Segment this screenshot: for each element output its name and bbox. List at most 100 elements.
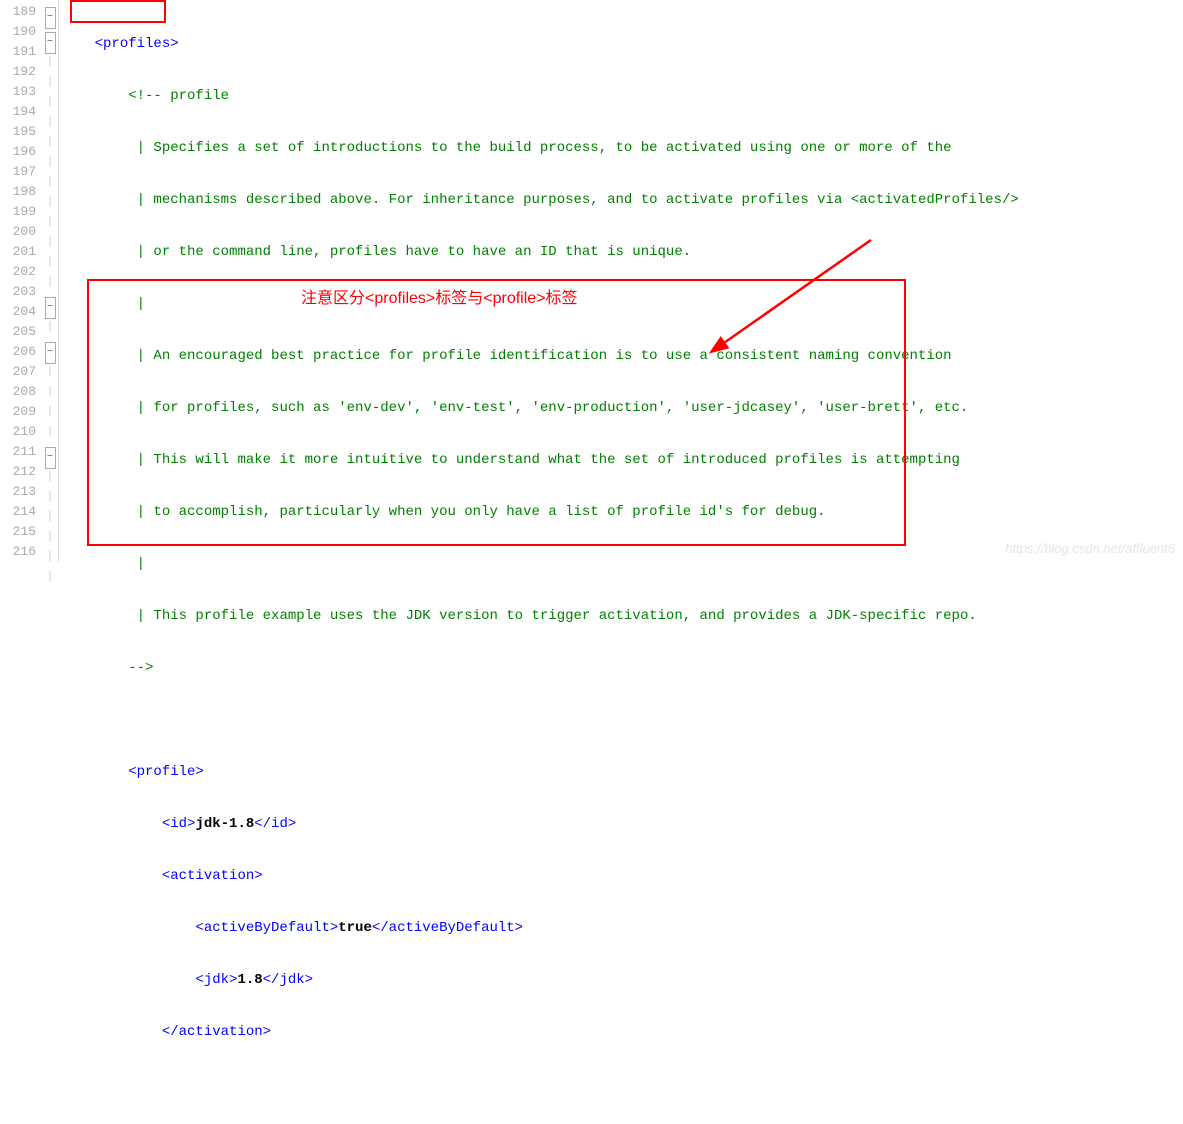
fold-guide: |: [42, 152, 58, 172]
fold-toggle[interactable]: −: [42, 7, 58, 27]
line-number: 207: [0, 362, 36, 382]
comment-text: | or the command line, profiles have to …: [137, 244, 692, 260]
line-number: 189: [0, 2, 36, 22]
id-value: jdk-1.8: [195, 816, 254, 832]
line-number: 200: [0, 222, 36, 242]
code-line[interactable]: <profiles>: [61, 34, 1183, 54]
line-number: 199: [0, 202, 36, 222]
code-line[interactable]: | or the command line, profiles have to …: [61, 242, 1183, 262]
comment-text: <!-- profile: [128, 88, 229, 104]
fold-guide: |: [42, 52, 58, 72]
line-number: 206: [0, 342, 36, 362]
code-line[interactable]: |: [61, 554, 1183, 574]
fold-guide: |: [42, 567, 58, 587]
code-line[interactable]: <profile>: [61, 762, 1183, 782]
jdk-value: 1.8: [237, 972, 262, 988]
code-line[interactable]: <activeByDefault>true</activeByDefault>: [61, 918, 1183, 938]
fold-guide: |: [42, 467, 58, 487]
comment-text: | An encouraged best practice for profil…: [137, 348, 952, 364]
fold-guide: |: [42, 272, 58, 292]
line-number: 215: [0, 522, 36, 542]
line-number: 192: [0, 62, 36, 82]
profile-open-tag: <profile>: [128, 764, 204, 780]
fold-guide: |: [42, 72, 58, 92]
id-tag: <id>: [162, 816, 196, 832]
line-number-gutter: 189 190 191 192 193 194 195 196 197 198 …: [0, 0, 42, 562]
fold-guide: |: [42, 547, 58, 567]
line-number: 205: [0, 322, 36, 342]
code-line[interactable]: <id>jdk-1.8</id>: [61, 814, 1183, 834]
line-number: 214: [0, 502, 36, 522]
code-line[interactable]: | mechanisms described above. For inheri…: [61, 190, 1183, 210]
annotation-text: 注意区分<profiles>标签与<profile>标签: [301, 284, 578, 308]
fold-guide: |: [42, 92, 58, 112]
fold-guide: |: [42, 172, 58, 192]
line-number: 210: [0, 422, 36, 442]
fold-guide: |: [42, 402, 58, 422]
code-line[interactable]: | This will make it more intuitive to un…: [61, 450, 1183, 470]
fold-guide: |: [42, 382, 58, 402]
line-number: 194: [0, 102, 36, 122]
line-number: 211: [0, 442, 36, 462]
line-number: 213: [0, 482, 36, 502]
line-number: 195: [0, 122, 36, 142]
fold-toggle[interactable]: −: [42, 447, 58, 467]
fold-guide: |: [42, 317, 58, 337]
activation-open-tag: <activation>: [162, 868, 263, 884]
code-line[interactable]: </activation>: [61, 1022, 1183, 1042]
fold-toggle[interactable]: −: [42, 32, 58, 52]
code-line[interactable]: <jdk>1.8</jdk>: [61, 970, 1183, 990]
line-number: 202: [0, 262, 36, 282]
code-line[interactable]: [61, 1074, 1183, 1094]
line-number: 216: [0, 542, 36, 562]
line-number: 201: [0, 242, 36, 262]
line-number: 212: [0, 462, 36, 482]
comment-text: | mechanisms described above. For inheri…: [137, 192, 1019, 208]
fold-guide: |: [42, 362, 58, 382]
fold-guide: |: [42, 527, 58, 547]
comment-text: | for profiles, such as 'env-dev', 'env-…: [137, 400, 969, 416]
code-content[interactable]: <profiles> <!-- profile | Specifies a se…: [61, 0, 1183, 562]
line-number: 204: [0, 302, 36, 322]
line-number: 209: [0, 402, 36, 422]
fold-gutter: − − | | | | | | | | | | | | − | − | | | …: [42, 0, 58, 562]
fold-guide: |: [42, 212, 58, 232]
line-number: 208: [0, 382, 36, 402]
line-number: 198: [0, 182, 36, 202]
fold-guide: |: [42, 252, 58, 272]
comment-text: | to accomplish, particularly when you o…: [137, 504, 826, 520]
code-line[interactable]: -->: [61, 658, 1183, 678]
code-line[interactable]: | Specifies a set of introductions to th…: [61, 138, 1183, 158]
line-number: 196: [0, 142, 36, 162]
code-line[interactable]: | This profile example uses the JDK vers…: [61, 606, 1183, 626]
code-line[interactable]: [61, 710, 1183, 730]
line-number: 190: [0, 22, 36, 42]
comment-text: | This profile example uses the JDK vers…: [137, 608, 977, 624]
line-number: 197: [0, 162, 36, 182]
fold-guide: |: [42, 192, 58, 212]
code-line[interactable]: | to accomplish, particularly when you o…: [61, 502, 1183, 522]
comment-text: -->: [128, 660, 153, 676]
highlight-box-profiles: [70, 0, 166, 23]
code-line[interactable]: | for profiles, such as 'env-dev', 'env-…: [61, 398, 1183, 418]
line-number: 191: [0, 42, 36, 62]
line-number: 203: [0, 282, 36, 302]
comment-text: |: [137, 296, 145, 312]
fold-toggle[interactable]: −: [42, 297, 58, 317]
jdk-tag: <jdk>: [195, 972, 237, 988]
fold-guide: |: [42, 132, 58, 152]
comment-text: | Specifies a set of introductions to th…: [137, 140, 952, 156]
activation-close-tag: </activation>: [162, 1024, 271, 1040]
code-line[interactable]: |: [61, 294, 1183, 314]
active-by-default-value: true: [338, 920, 372, 936]
fold-guide: |: [42, 422, 58, 442]
code-editor: 189 190 191 192 193 194 195 196 197 198 …: [0, 0, 1183, 562]
code-line[interactable]: | An encouraged best practice for profil…: [61, 346, 1183, 366]
comment-text: | This will make it more intuitive to un…: [137, 452, 960, 468]
code-line[interactable]: <!-- profile: [61, 86, 1183, 106]
watermark-text: https://blog.csdn.net/affluent6: [1005, 541, 1175, 556]
fold-guide: |: [42, 112, 58, 132]
fold-toggle[interactable]: −: [42, 342, 58, 362]
profiles-open-tag: <profiles>: [95, 36, 179, 52]
code-line[interactable]: <activation>: [61, 866, 1183, 886]
